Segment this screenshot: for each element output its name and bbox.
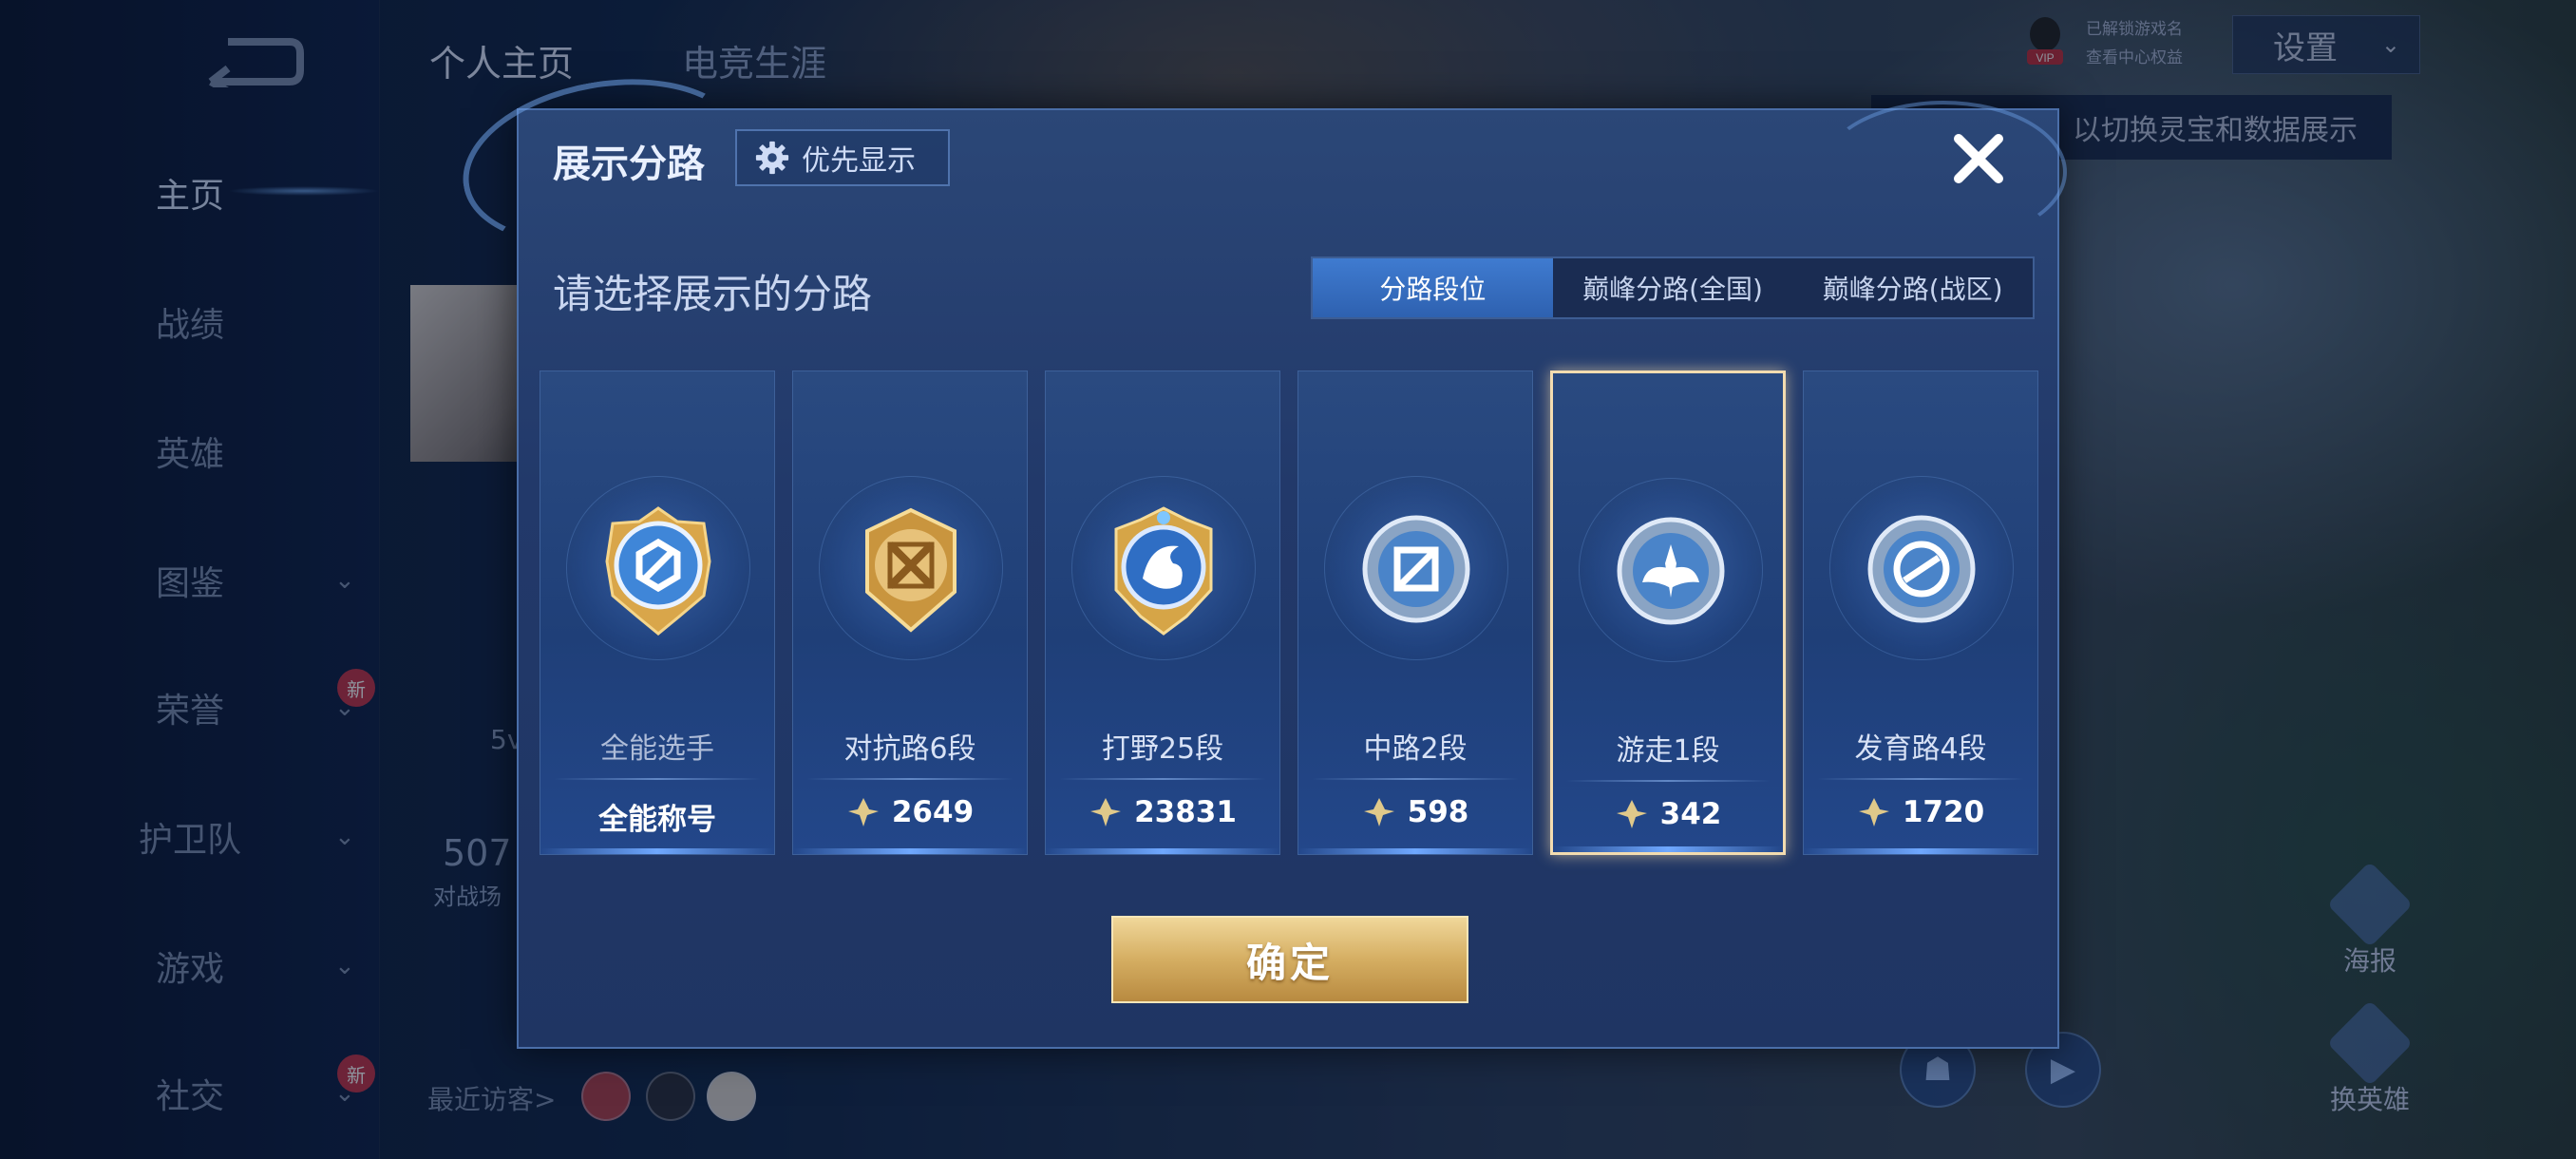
lane-card-list: 全能选手 全能称号 对抗路6段 2649 打野25段 23831 中路2段 59… <box>540 370 2040 855</box>
close-button[interactable] <box>1945 125 2012 192</box>
farm-lane-badge-icon <box>1861 504 1982 637</box>
lane-card-value-text: 23831 <box>1134 795 1237 829</box>
close-icon <box>1954 134 2003 183</box>
mid-lane-badge-icon <box>1355 504 1477 637</box>
lane-card-roam[interactable]: 游走1段 342 <box>1550 370 1786 855</box>
all-round-badge-icon <box>597 504 719 637</box>
divider <box>1566 780 1770 782</box>
lane-card-label: 对抗路6段 <box>843 732 976 766</box>
lane-points-icon <box>847 798 879 826</box>
lane-card-value-text: 1720 <box>1902 795 1985 829</box>
divider <box>1059 778 1266 780</box>
lane-card-label: 中路2段 <box>1363 732 1468 766</box>
lane-points-icon <box>1616 800 1647 828</box>
lane-card-value: 2649 <box>793 795 1027 829</box>
lane-points-icon <box>1090 798 1122 826</box>
lane-tab-group: 分路段位 巅峰分路(全国) 巅峰分路(战区) <box>1311 256 2035 319</box>
lane-points-icon <box>1363 798 1394 826</box>
clash-lane-badge-icon <box>850 504 972 637</box>
lane-card-label: 游走1段 <box>1616 734 1720 768</box>
lane-card-value: 全能称号 <box>540 795 774 838</box>
lane-card-label: 全能选手 <box>600 732 714 766</box>
lane-card-label: 打野25段 <box>1101 732 1224 766</box>
lane-card-clash[interactable]: 对抗路6段 2649 <box>792 370 1028 855</box>
lane-card-label: 发育路4段 <box>1854 732 1987 766</box>
lane-card-jungle[interactable]: 打野25段 23831 <box>1045 370 1280 855</box>
divider <box>1312 778 1519 780</box>
lane-card-value-text: 342 <box>1659 797 1722 831</box>
lane-card-value-text: 全能称号 <box>598 803 716 837</box>
tab-peak-national[interactable]: 巅峰分路(全国) <box>1553 258 1793 317</box>
lane-card-value: 598 <box>1298 795 1532 829</box>
lane-display-modal: 展示分路 优先显示 请选择展示的分路 分路段位 巅峰分路(全国) 巅峰分路(战区… <box>449 58 2067 1049</box>
divider <box>806 778 1013 780</box>
jungle-badge-icon <box>1103 504 1224 637</box>
lane-card-farm[interactable]: 发育路4段 1720 <box>1803 370 2038 855</box>
lane-card-value-text: 2649 <box>891 795 975 829</box>
tab-lane-rank[interactable]: 分路段位 <box>1313 258 1553 317</box>
divider <box>1817 778 2024 780</box>
confirm-button[interactable]: 确定 <box>1111 916 1468 1003</box>
lane-card-mid[interactable]: 中路2段 598 <box>1297 370 1533 855</box>
gear-icon <box>755 141 789 175</box>
divider <box>554 778 761 780</box>
lane-card-value-text: 598 <box>1407 795 1469 829</box>
tab-peak-region[interactable]: 巅峰分路(战区) <box>1792 258 2033 317</box>
lane-card-all-round[interactable]: 全能选手 全能称号 <box>540 370 775 855</box>
decorative-swirl <box>1820 101 2067 243</box>
lane-card-value: 23831 <box>1046 795 1279 829</box>
confirm-label: 确定 <box>1245 939 1334 986</box>
priority-display-label: 优先显示 <box>802 144 916 178</box>
lane-card-value: 342 <box>1553 797 1783 831</box>
lane-card-value: 1720 <box>1804 795 2037 829</box>
roam-badge-icon <box>1610 506 1732 639</box>
section-title: 请选择展示的分路 <box>553 271 873 317</box>
modal-title: 展示分路 <box>553 142 705 186</box>
priority-display-button[interactable]: 优先显示 <box>735 129 950 186</box>
lane-points-icon <box>1858 798 1889 826</box>
